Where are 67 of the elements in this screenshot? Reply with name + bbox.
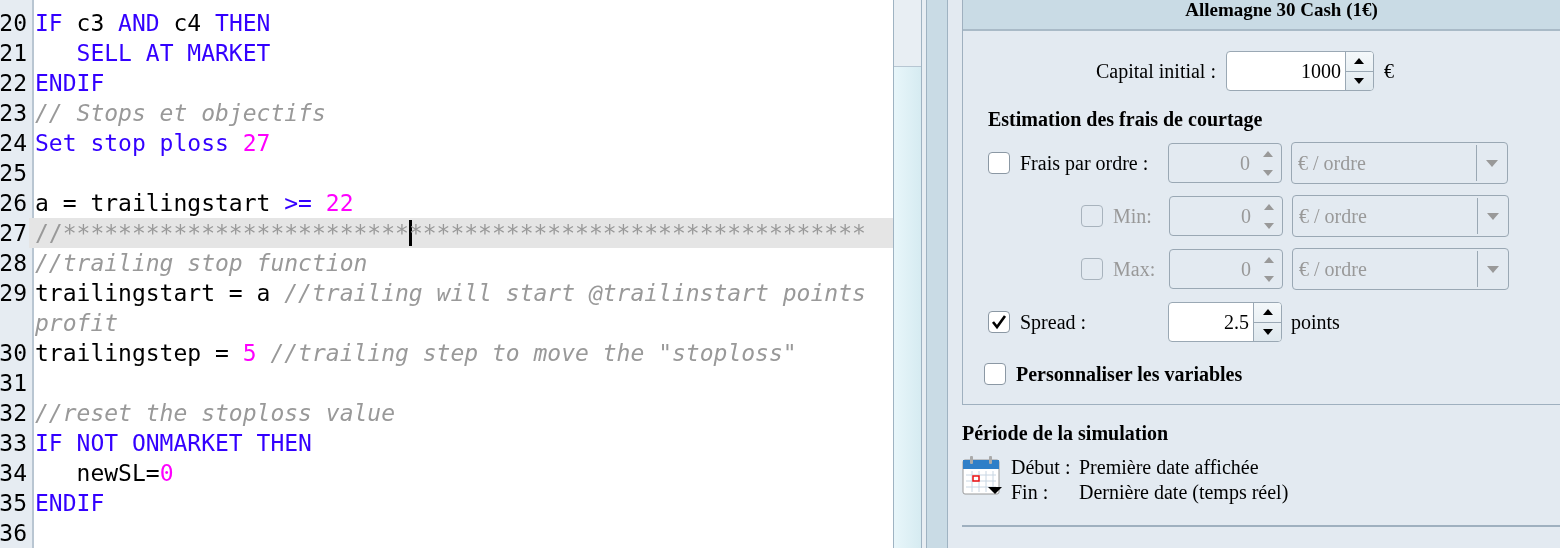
code-line: IF c3 AND c4 THEN — [34, 9, 272, 38]
caret-icon — [1487, 265, 1499, 273]
code-line: newSL=0 — [75, 459, 175, 488]
checkbox[interactable] — [988, 152, 1010, 174]
line-number: 20 — [0, 9, 28, 38]
checkbox-label: Spread : — [1020, 310, 1088, 334]
code-line: trailingstart = a //trailing will start @trailinstart points profit — [34, 279, 867, 338]
line-number: 32 — [0, 399, 28, 428]
checkbox[interactable] — [988, 311, 1010, 333]
down-arrow-icon — [1261, 327, 1274, 336]
up-arrow-icon — [1262, 202, 1275, 211]
field-label: Fin : — [1011, 480, 1050, 505]
code-line: //reset the stoploss value — [34, 399, 397, 428]
code-line: a = trailingstart >= 22 — [34, 189, 355, 218]
code-line: // Stops et objectifs — [34, 99, 327, 128]
line-number: 29 — [0, 279, 28, 308]
unit-label: points — [1291, 310, 1340, 334]
line-number: 31 — [0, 369, 28, 398]
field-value: Première date affichée — [1079, 455, 1259, 480]
line-number: 23 — [0, 99, 28, 128]
code-line: //trailing stop function — [34, 249, 369, 278]
up-arrow-icon — [1353, 57, 1366, 66]
calendar-icon[interactable] — [962, 455, 1002, 497]
down-arrow-icon — [1262, 221, 1275, 230]
splitter[interactable] — [926, 0, 948, 548]
code-line: ENDIF — [34, 69, 106, 98]
line-number: 25 — [0, 159, 28, 188]
checkbox-label: Frais par ordre : — [1020, 151, 1150, 175]
field-value: Dernière date (temps réel) — [1079, 480, 1289, 505]
field-label: Début : — [1011, 455, 1072, 480]
field-label: Capital initial : — [1096, 59, 1216, 83]
section-heading: Estimation des frais de courtage — [988, 108, 1264, 131]
down-arrow-icon — [1353, 76, 1366, 85]
checkbox-label: Max: — [1113, 257, 1157, 281]
checkbox-label: Min: — [1113, 204, 1153, 228]
checkbox[interactable] — [984, 363, 1006, 385]
check-icon — [991, 314, 1007, 330]
scrollbar[interactable] — [893, 0, 922, 548]
down-arrow-icon — [1261, 168, 1274, 177]
line-number: 33 — [0, 429, 28, 458]
code-line: trailingstep = 5 //trailing step to move the "stoploss" — [34, 339, 798, 368]
line-number: 26 — [0, 189, 28, 218]
number-spinner[interactable]: 2.5 — [1168, 302, 1282, 342]
line-number: 27 — [0, 219, 28, 248]
number-spinner[interactable]: 1000 — [1226, 51, 1374, 91]
code-line: ENDIF — [34, 489, 106, 518]
line-number: 30 — [0, 339, 28, 368]
line-number: 22 — [0, 69, 28, 98]
code-line: Set stop ploss 27 — [34, 129, 272, 158]
line-number: 36 — [0, 519, 28, 548]
section-heading: Période de la simulation — [962, 421, 1170, 445]
caret-icon — [1486, 159, 1498, 167]
up-arrow-icon — [1262, 255, 1275, 264]
instrument-header: Allemagne 30 Cash (1€) — [963, 0, 1560, 31]
up-arrow-icon — [1261, 149, 1274, 158]
line-number: 34 — [0, 459, 28, 488]
line-number: 35 — [0, 489, 28, 518]
line-number: 28 — [0, 249, 28, 278]
line-number: 24 — [0, 129, 28, 158]
unit-label: € — [1384, 59, 1394, 83]
line-number: 21 — [0, 39, 28, 68]
code-line: SELL AT MARKET — [75, 39, 272, 68]
code-line: IF NOT ONMARKET THEN — [34, 429, 313, 458]
down-arrow-icon — [1262, 274, 1275, 283]
up-arrow-icon — [1261, 308, 1274, 317]
caret-icon — [1487, 212, 1499, 220]
checkbox-label: Personnaliser les variables — [1016, 362, 1243, 386]
